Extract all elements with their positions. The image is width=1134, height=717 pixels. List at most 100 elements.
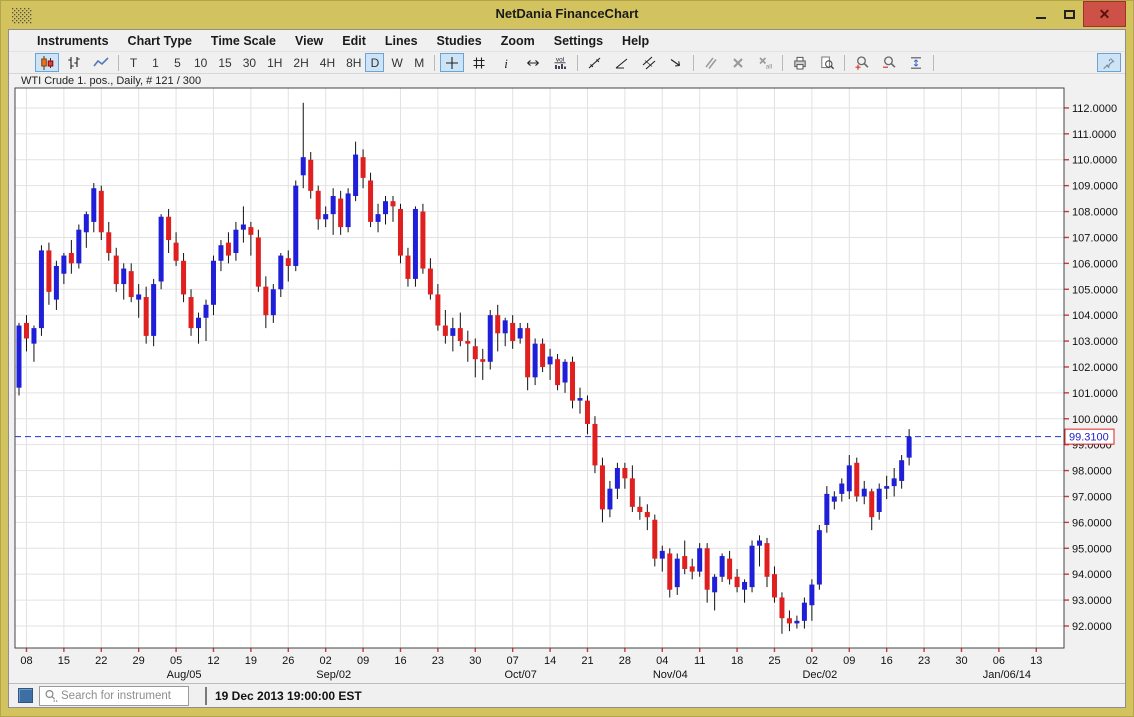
candle[interactable] [488,310,493,370]
trendline-angle-button[interactable] [610,53,634,72]
toolbar-separator [933,55,934,71]
candle-body-down [473,346,478,359]
timeframe-t-button[interactable]: T [124,53,143,72]
menu-edit[interactable]: Edit [342,34,366,48]
minimize-button[interactable] [1029,1,1053,27]
candle-body-down [525,328,530,377]
candle[interactable] [413,206,418,286]
candle[interactable] [99,186,104,240]
candle[interactable] [750,541,755,593]
menu-help[interactable]: Help [622,34,649,48]
zoom-out-icon [881,55,897,71]
candle[interactable] [592,416,597,473]
toolbar: T151015301H2H4H8H DWM ivol all [9,52,1125,74]
instrument-square-icon[interactable] [18,688,33,703]
candle-body-up [278,256,283,290]
timeframe-1-button[interactable]: 1 [146,53,165,72]
candle[interactable] [854,458,859,502]
timeframe-m-button[interactable]: M [410,53,429,72]
print-button[interactable] [788,53,812,72]
timeframe-w-button[interactable]: W [387,53,406,72]
candle-body-up [697,548,702,571]
timeframe-2h-button[interactable]: 2H [289,53,312,72]
candle[interactable] [256,230,261,292]
candle-body-up [346,193,351,227]
fit-vertical-button[interactable] [904,53,928,72]
timeframe-30-button[interactable]: 30 [239,53,260,72]
candle-body-up [271,289,276,315]
maximize-button[interactable] [1057,1,1081,27]
y-axis-label: 105.0000 [1072,284,1118,296]
svg-text:i: i [504,56,508,71]
candle[interactable] [398,204,403,264]
parallel-lines-button[interactable] [699,53,723,72]
menu-settings[interactable]: Settings [554,34,603,48]
print-preview-button[interactable] [815,53,839,72]
volume-button[interactable]: vol [548,53,572,72]
y-axis-label: 104.0000 [1072,310,1118,322]
y-axis-label: 94.0000 [1072,569,1112,581]
timeframe-15-button[interactable]: 15 [214,53,235,72]
candle[interactable] [420,204,425,274]
ray-button[interactable] [664,53,688,72]
channel-button[interactable] [637,53,661,72]
grid-button[interactable] [467,53,491,72]
svg-text:all: all [765,63,772,70]
candle[interactable] [368,173,373,227]
titlebar: NetDania FinanceChart ✕ [1,1,1133,29]
candle[interactable] [817,525,822,590]
candle-body-down [765,543,770,577]
candle[interactable] [17,323,22,396]
candle-body-up [563,362,568,383]
zoom-out-button[interactable] [877,53,901,72]
timeframe-d-button[interactable]: D [365,53,384,72]
timeframe-8h-button[interactable]: 8H [342,53,365,72]
timeframe-10-button[interactable]: 10 [190,53,211,72]
close-button[interactable]: ✕ [1083,1,1126,27]
delete-all-button[interactable]: all [753,53,777,72]
candle[interactable] [159,214,164,289]
y-axis-label: 108.0000 [1072,207,1118,219]
timeframe-1h-button[interactable]: 1H [263,53,286,72]
candle-body-up [794,621,799,624]
fit-vertical-icon [908,55,924,71]
candle-body-down [458,328,463,341]
info-button[interactable]: i [494,53,518,72]
horizontal-expand-button[interactable] [521,53,545,72]
menu-zoom[interactable]: Zoom [501,34,535,48]
menu-lines[interactable]: Lines [385,34,418,48]
trendline-button[interactable] [583,53,607,72]
candle[interactable] [293,180,298,271]
channel-icon [641,55,657,71]
candle[interactable] [39,245,44,336]
menu-instruments[interactable]: Instruments [37,34,109,48]
candle[interactable] [76,225,81,269]
candle[interactable] [555,354,560,390]
line-chart-button[interactable] [89,53,113,72]
candlestick-chart-button[interactable] [35,53,59,72]
candle[interactable] [346,188,351,232]
delete-button[interactable] [726,53,750,72]
candle-body-up [91,188,96,222]
menu-studies[interactable]: Studies [437,34,482,48]
menu-chart-type[interactable]: Chart Type [128,34,192,48]
timeframe-4h-button[interactable]: 4H [316,53,339,72]
candle-body-up [839,484,844,494]
crosshair-button[interactable] [440,53,464,72]
menu-time-scale[interactable]: Time Scale [211,34,276,48]
candle-body-down [256,237,261,286]
volume-icon: vol [552,55,568,71]
search-input[interactable] [59,689,185,703]
price-chart[interactable]: 92.000093.000094.000095.000096.000097.00… [9,74,1127,685]
zoom-in-button[interactable] [850,53,874,72]
candle-body-up [892,478,897,486]
x-axis-label: 23 [918,655,930,667]
menu-view[interactable]: View [295,34,323,48]
ohlc-bar-chart-button[interactable] [62,53,86,72]
search-box[interactable] [39,686,189,706]
candle-body-up [607,489,612,510]
candle-body-down [540,344,545,367]
pin-button[interactable] [1097,53,1121,72]
candle-body-up [233,230,238,253]
timeframe-5-button[interactable]: 5 [168,53,187,72]
